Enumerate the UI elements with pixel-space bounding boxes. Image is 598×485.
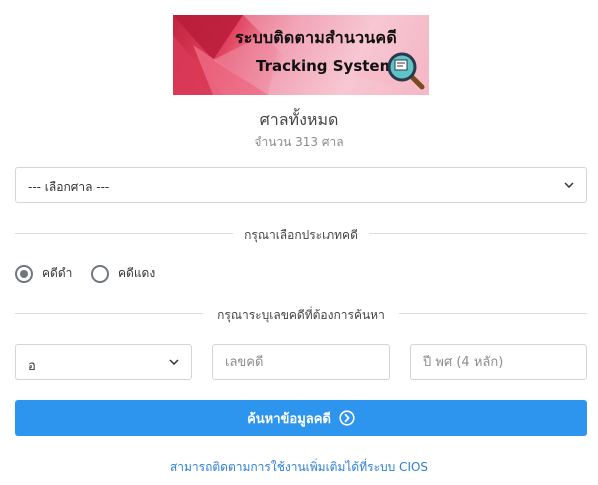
case-prefix-value: อ	[28, 359, 36, 374]
case-number-field[interactable]	[212, 344, 390, 380]
court-select[interactable]: --- เลือกศาล ---	[15, 167, 587, 203]
case-number-divider: กรุณาระบุเลขคดีที่ต้องการค้นหา	[15, 306, 587, 322]
radio-black-case[interactable]: คดีดำ	[15, 264, 72, 283]
search-case-button-label: ค้นหาข้อมูลคดี	[247, 411, 331, 427]
case-year-input[interactable]	[423, 355, 574, 370]
case-number-input[interactable]	[225, 355, 377, 370]
case-type-heading: กรุณาเลือกประเภทคดี	[234, 228, 368, 242]
radio-checked-icon[interactable]	[15, 264, 33, 283]
radio-red-case[interactable]: คดีแดง	[91, 264, 155, 283]
court-count: จำนวน 313 ศาล	[254, 135, 344, 149]
arrow-circle-right-icon	[339, 410, 355, 426]
chevron-down-icon	[169, 359, 179, 365]
radio-black-case-label: คดีดำ	[42, 266, 73, 280]
radio-unchecked-icon[interactable]	[91, 264, 109, 283]
court-title: ศาลทั้งหมด	[259, 110, 339, 129]
chevron-down-icon	[564, 182, 574, 188]
case-prefix-select[interactable]: อ	[15, 344, 192, 380]
cios-link[interactable]: สามารถติดตามการใช้งานเพิ่มเติมได้ที่ระบบ…	[0, 458, 598, 477]
magnifier-document-icon	[387, 52, 425, 90]
case-number-heading: กรุณาระบุเลขคดีที่ต้องการค้นหา	[207, 308, 395, 322]
court-select-value: --- เลือกศาล ---	[28, 180, 110, 194]
tracking-system-banner: ระบบติดตามสำนวนคดี Tracking System	[173, 15, 429, 95]
case-year-field[interactable]	[410, 344, 587, 380]
banner-title-english: Tracking System	[256, 57, 396, 75]
search-case-button[interactable]: ค้นหาข้อมูลคดี	[15, 400, 587, 436]
banner-title-thai: ระบบติดตามสำนวนคดี	[235, 28, 397, 47]
case-type-divider: กรุณาเลือกประเภทคดี	[15, 226, 587, 242]
radio-red-case-label: คดีแดง	[118, 266, 156, 280]
